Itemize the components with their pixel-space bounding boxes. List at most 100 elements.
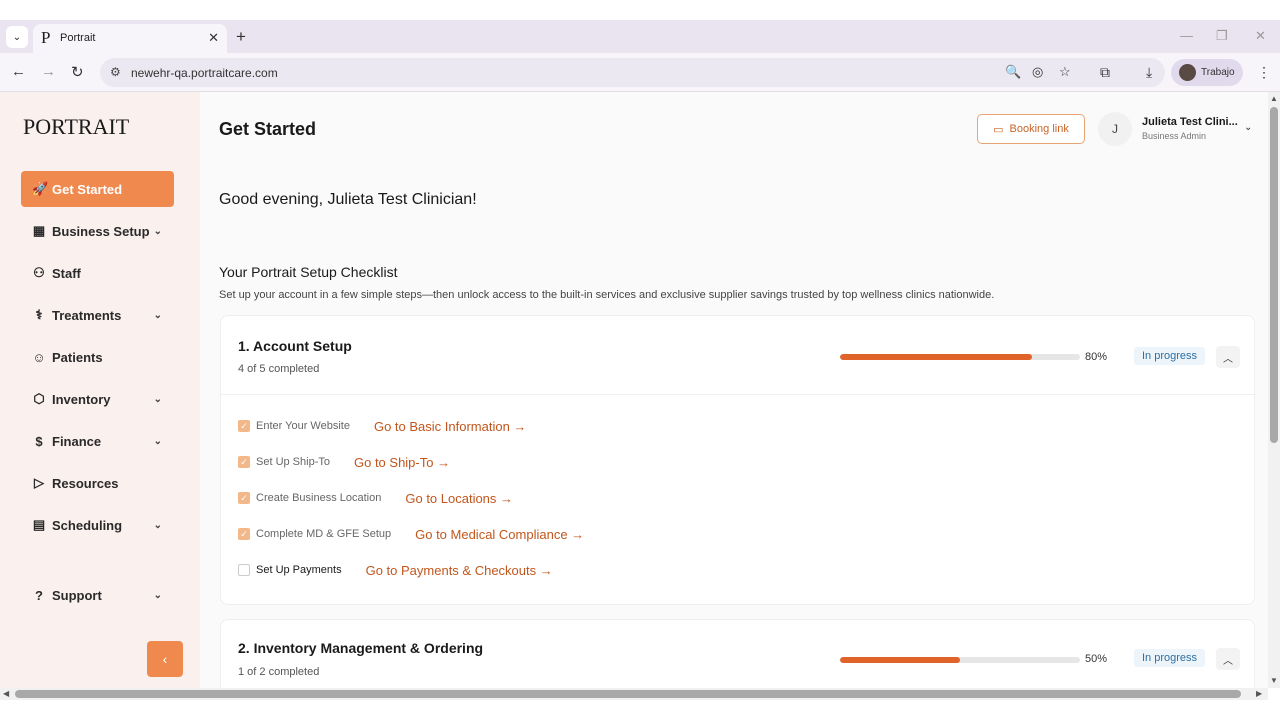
sidebar-item-scheduling[interactable]: ▤ Scheduling ⌄	[21, 507, 174, 543]
task-item: ✓ Create Business Location Go to Locatio…	[238, 490, 513, 506]
booking-link-button[interactable]: ▭ Booking link	[977, 114, 1085, 144]
site-info-icon[interactable]: ⚙	[110, 65, 121, 79]
chevron-up-icon[interactable]: ︿	[1216, 648, 1240, 670]
address-bar[interactable]: ⚙ newehr-qa.portraitcare.com 🔍 ◎ ☆	[100, 58, 1165, 87]
user-name[interactable]: Julieta Test Clini...	[1142, 116, 1238, 128]
sidebar-item-get-started[interactable]: 🚀 Get Started	[21, 171, 174, 207]
reload-icon[interactable]: ↻	[71, 63, 84, 81]
sidebar-item-patients[interactable]: ☺ Patients	[21, 339, 174, 375]
task-link[interactable]: Go to Ship-To →	[354, 455, 450, 470]
scroll-right-icon[interactable]: ▶	[1256, 689, 1262, 698]
sidebar-item-label: Staff	[52, 265, 81, 281]
section-title: 2. Inventory Management & Ordering	[238, 640, 484, 656]
profile-chip[interactable]: Trabajo	[1171, 59, 1243, 86]
sidebar: PORTRAIT 🚀 Get Started ▦ Business Setup …	[0, 92, 200, 688]
sidebar-item-business-setup[interactable]: ▦ Business Setup ⌄	[21, 213, 174, 249]
task-link[interactable]: Go to Payments & Checkouts →	[366, 563, 553, 578]
download-icon[interactable]: ⤓	[1146, 64, 1152, 81]
back-icon[interactable]: ←	[11, 63, 26, 80]
extensions-icon[interactable]: ⧉	[1100, 64, 1110, 81]
vertical-scroll-thumb[interactable]	[1270, 107, 1278, 443]
task-link[interactable]: Go to Basic Information →	[374, 419, 526, 434]
browser-tab[interactable]: P Portrait ✕	[33, 24, 227, 53]
profile-name: Trabajo	[1201, 67, 1235, 78]
dollar-icon: $	[35, 433, 43, 449]
status-badge: In progress	[1134, 649, 1206, 667]
chevron-up-icon[interactable]: ︿	[1216, 346, 1240, 368]
eye-off-icon[interactable]: ◎	[1032, 64, 1043, 80]
checklist-title: Your Portrait Setup Checklist	[219, 264, 398, 280]
restore-icon[interactable]: ❐	[1216, 28, 1228, 44]
task-link[interactable]: Go to Locations →	[405, 491, 513, 506]
patients-icon: ☺	[32, 349, 46, 365]
building-icon: ▦	[32, 223, 46, 238]
play-icon: ▷	[34, 475, 44, 490]
task-label: Set Up Ship-To	[256, 456, 330, 468]
zoom-icon[interactable]: 🔍	[1005, 64, 1021, 80]
sidebar-item-finance[interactable]: $ Finance ⌄	[21, 423, 174, 459]
status-badge: In progress	[1134, 347, 1206, 365]
progress-bar	[840, 354, 1080, 360]
booking-link-label: Booking link	[1009, 123, 1069, 135]
chevron-down-icon: ⌄	[153, 435, 162, 447]
tab-search-chevron-icon[interactable]: ⌄	[6, 26, 28, 48]
tab-favicon: P	[41, 28, 51, 47]
forward-icon[interactable]: →	[41, 63, 56, 80]
sidebar-item-label: Patients	[52, 349, 103, 365]
sidebar-item-resources[interactable]: ▷ Resources	[21, 465, 174, 501]
tab-title: Portrait	[60, 32, 96, 44]
sidebar-item-treatments[interactable]: ⚕ Treatments ⌄	[21, 297, 174, 333]
horizontal-scroll-thumb[interactable]	[15, 690, 1241, 698]
scroll-up-icon[interactable]: ▲	[1270, 94, 1278, 103]
help-icon: ?	[35, 587, 43, 603]
task-label: Set Up Payments	[256, 564, 342, 576]
chevron-down-icon[interactable]: ⌄	[1244, 122, 1252, 133]
checkbox-checked[interactable]: ✓	[238, 492, 250, 504]
minimize-icon[interactable]: —	[1180, 28, 1193, 43]
task-item: ✓ Enter Your Website Go to Basic Informa…	[238, 418, 526, 434]
sidebar-item-support[interactable]: ? Support ⌄	[21, 577, 174, 613]
checkbox-unchecked[interactable]	[238, 564, 250, 576]
window-close-icon[interactable]: ✕	[1255, 28, 1266, 44]
sidebar-item-label: Support	[52, 587, 102, 603]
treatment-icon: ⚕	[35, 307, 43, 322]
calendar-icon: ▭	[993, 123, 1004, 136]
scroll-down-icon[interactable]: ▼	[1270, 676, 1278, 685]
sidebar-item-inventory[interactable]: ⬡ Inventory ⌄	[21, 381, 174, 417]
horizontal-scrollbar[interactable]: ◀ ▶	[0, 688, 1268, 700]
new-tab-icon[interactable]: +	[236, 27, 246, 47]
bookmark-star-icon[interactable]: ☆	[1059, 64, 1071, 80]
menu-kebab-icon[interactable]: ⋮	[1257, 64, 1271, 81]
section-completed-count: 4 of 5 completed	[238, 363, 320, 375]
collapse-sidebar-button[interactable]: ‹	[147, 641, 183, 677]
page-title: Get Started	[219, 119, 317, 139]
sidebar-item-label: Treatments	[52, 307, 122, 323]
chevron-down-icon: ⌄	[153, 589, 162, 601]
user-role: Business Admin	[1142, 131, 1207, 141]
task-item: ✓ Set Up Ship-To Go to Ship-To →	[238, 454, 450, 470]
progress-percent: 50%	[1085, 653, 1108, 665]
box-icon: ⬡	[33, 391, 45, 406]
sidebar-item-label: Resources	[52, 475, 119, 491]
progress-bar	[840, 657, 1080, 663]
chevron-down-icon: ⌄	[153, 225, 162, 237]
avatar[interactable]: J	[1098, 112, 1132, 146]
users-icon: ⚇	[33, 265, 45, 280]
vertical-scrollbar[interactable]: ▲ ▼	[1268, 92, 1280, 688]
sidebar-item-label: Inventory	[52, 391, 111, 407]
checkbox-checked[interactable]: ✓	[238, 420, 250, 432]
checkbox-checked[interactable]: ✓	[238, 528, 250, 540]
section-completed-count: 1 of 2 completed	[238, 666, 320, 678]
sidebar-item-staff[interactable]: ⚇ Staff	[21, 255, 174, 291]
scroll-left-icon[interactable]: ◀	[3, 689, 9, 698]
task-link[interactable]: Go to Medical Compliance →	[415, 527, 584, 542]
browser-tab-bar: ⌄ P Portrait ✕ + — ❐ ✕	[0, 20, 1280, 53]
checklist-section-account-setup: 1. Account Setup 4 of 5 completed 80% In…	[220, 315, 1256, 605]
task-item: ✓ Complete MD & GFE Setup Go to Medical …	[238, 526, 584, 542]
url-text[interactable]: newehr-qa.portraitcare.com	[131, 66, 278, 80]
checkbox-checked[interactable]: ✓	[238, 456, 250, 468]
greeting: Good evening, Julieta Test Clinician!	[219, 191, 477, 208]
task-label: Enter Your Website	[256, 420, 350, 432]
tab-close-icon[interactable]: ✕	[208, 30, 219, 46]
checklist-section-inventory: 2. Inventory Management & Ordering 1 of …	[220, 619, 1255, 688]
